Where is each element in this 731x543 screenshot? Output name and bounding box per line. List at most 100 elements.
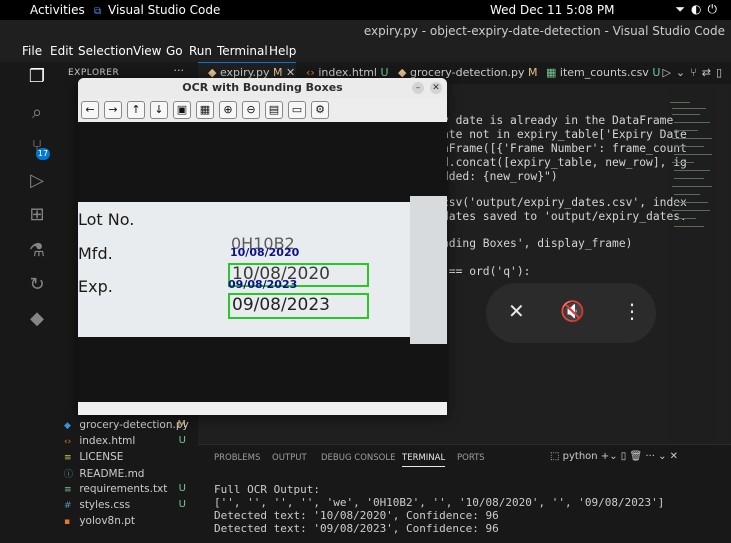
window-title: expiry.py - object-expiry-date-detection… xyxy=(363,24,725,38)
search-icon[interactable]: ⌕ xyxy=(26,102,48,124)
menu-bar: File Edit Selection View Go Run Terminal… xyxy=(0,42,731,62)
tab-status: U xyxy=(652,66,661,79)
list-item[interactable]: ◆ grocery-detection.py M xyxy=(64,419,196,435)
code-line: dded: {new_row}") xyxy=(442,170,558,183)
menu-help[interactable]: Help xyxy=(269,44,296,58)
file-name: index.html xyxy=(79,435,136,447)
list-item[interactable]: ‹› index.html U xyxy=(64,435,196,451)
pan-down-icon[interactable]: ↓ xyxy=(150,101,168,119)
text-file-icon: ≡ xyxy=(64,485,72,495)
mute-icon[interactable]: 🔇 xyxy=(560,299,585,323)
code-line: y date is already in the DataFrame xyxy=(442,114,674,127)
more-actions-icon[interactable]: ··· xyxy=(645,451,655,462)
window-title-bar: expiry.py - object-expiry-date-detection… xyxy=(0,20,731,42)
detection-label: 09/08/2023 xyxy=(228,278,298,291)
terminal-shell-name[interactable]: python xyxy=(563,451,598,462)
copy-icon[interactable]: ▭ xyxy=(288,101,306,119)
source-control-icon[interactable]: ⑂ 17 xyxy=(26,136,50,160)
testing-icon[interactable]: ⚗ xyxy=(26,240,48,262)
code-line: nding Boxes', display_frame) xyxy=(442,237,633,250)
editor-scrollbar[interactable] xyxy=(716,84,730,444)
git-status: U xyxy=(178,499,186,510)
more-actions-icon[interactable]: ··· xyxy=(174,64,185,77)
activity-bar: ❐ ⌕ ⑂ 17 ▷ ⊞ ⚗ ↻ ◆ xyxy=(0,62,56,543)
new-terminal-icon[interactable]: +⌄ xyxy=(601,451,618,462)
editor-actions[interactable]: ▷⌄⑂⇄▯ xyxy=(662,66,727,79)
app-name: Visual Studio Code xyxy=(108,3,221,17)
menu-terminal[interactable]: Terminal xyxy=(217,44,268,58)
pan-left-icon[interactable]: ← xyxy=(81,101,99,119)
unpin-icon[interactable]: ✕ xyxy=(508,299,525,323)
list-item[interactable]: ⓘ README.md xyxy=(64,467,196,483)
terminal-icon: ⬚ xyxy=(550,451,560,462)
tab-item-counts[interactable]: ▦ item_counts.csv U xyxy=(546,66,660,79)
code-line: dates saved to 'output/expiry_dates. xyxy=(442,210,687,223)
menu-edit[interactable]: Edit xyxy=(50,44,73,58)
zoom-fit-icon[interactable]: ▣ xyxy=(173,101,191,119)
terminal-line: Detected text: '10/08/2020', Confidence:… xyxy=(214,509,499,522)
list-item[interactable]: ≡ LICENSE xyxy=(64,451,196,467)
ocr-toolbar: ← → ↑ ↓ ▣ ▦ ⊕ ⊖ ▤ ▭ ⚙ xyxy=(78,98,447,122)
file-icon: ▪ xyxy=(64,517,71,527)
file-name: styles.css xyxy=(79,499,131,511)
tab-debug-console[interactable]: DEBUG CONSOLE xyxy=(321,453,395,463)
list-item[interactable]: ▪ yolov8n.pt xyxy=(64,515,196,531)
activities-button[interactable]: Activities xyxy=(30,3,85,17)
save-icon[interactable]: ▤ xyxy=(265,101,283,119)
code-line: == ord('q'): xyxy=(442,265,531,278)
tab-ports[interactable]: PORTS xyxy=(457,453,485,463)
file-name: README.md xyxy=(79,468,145,480)
run-debug-icon[interactable]: ▷ xyxy=(26,170,48,192)
bottom-panel: PROBLEMS OUTPUT DEBUG CONSOLE TERMINAL P… xyxy=(198,444,731,543)
list-item[interactable]: # styles.css U xyxy=(64,499,196,515)
git-status: U xyxy=(178,435,186,446)
ocr-window-title: OCR with Bounding Boxes xyxy=(78,78,447,98)
tab-output[interactable]: OUTPUT xyxy=(272,453,307,463)
css-icon: # xyxy=(64,501,72,511)
tab-problems[interactable]: PROBLEMS xyxy=(214,453,260,463)
terminal-line: ['', '', '', '', 'we', '0H10B2', '', '10… xyxy=(214,496,665,509)
close-icon[interactable]: ✕ xyxy=(670,451,678,462)
explorer-icon[interactable]: ❐ xyxy=(26,66,48,88)
file-name: LICENSE xyxy=(79,451,124,463)
minimap[interactable] xyxy=(668,100,716,250)
csv-icon: ▦ xyxy=(546,66,557,79)
markdown-icon: ⓘ xyxy=(64,470,74,480)
trash-icon[interactable]: 🗑 xyxy=(629,451,642,462)
vscode-icon: ⧉ xyxy=(94,6,102,17)
menu-file[interactable]: File xyxy=(22,44,42,58)
extensions-icon[interactable]: ⊞ xyxy=(26,204,48,226)
zoom-area-icon[interactable]: ▦ xyxy=(196,101,214,119)
chevron-down-icon[interactable]: ⌄ xyxy=(658,451,666,462)
code-line: ate not in expiry_table['Expiry Date xyxy=(442,128,687,141)
zoom-in-icon[interactable]: ⊕ xyxy=(219,101,237,119)
tab-terminal[interactable]: TERMINAL xyxy=(402,453,446,467)
source-control-badge: 17 xyxy=(36,148,50,160)
menu-view[interactable]: View xyxy=(133,44,161,58)
list-item[interactable]: ≡ requirements.txt U xyxy=(64,483,196,499)
system-status-icons[interactable]: ⏷◐⏻ xyxy=(675,2,723,17)
menu-run[interactable]: Run xyxy=(189,44,212,58)
exp-date: 09/08/2023 xyxy=(232,295,330,315)
clock[interactable]: Wed Dec 11 5:08 PM xyxy=(490,3,614,17)
floating-controls: ✕ 🔇 ⋮ xyxy=(486,283,656,343)
code-line: d.concat([expiry_table, new_row], ig xyxy=(442,156,687,169)
camera-frame: Lot No. Mfd. Exp. 0H10B2 10/08/2020 10/0… xyxy=(78,122,447,402)
pan-right-icon[interactable]: → xyxy=(104,101,122,119)
label-edge-shade xyxy=(410,196,447,344)
split-terminal-icon[interactable]: ▯ xyxy=(621,451,627,462)
close-button[interactable]: ✕ xyxy=(430,82,442,94)
minimize-button[interactable]: – xyxy=(412,82,424,94)
zoom-out-icon[interactable]: ⊖ xyxy=(242,101,260,119)
app-menu[interactable]: ⧉ Visual Studio Code xyxy=(94,3,220,17)
pan-up-icon[interactable]: ↑ xyxy=(127,101,145,119)
terminal-line: Full OCR Output: xyxy=(214,483,320,496)
git-status: M xyxy=(177,419,186,430)
python-icon[interactable]: ◆ xyxy=(26,308,48,330)
remote-explorer-icon[interactable]: ↻ xyxy=(26,274,48,296)
menu-go[interactable]: Go xyxy=(166,44,183,58)
more-options-icon[interactable]: ⋮ xyxy=(622,299,642,323)
html-icon: ‹› xyxy=(64,437,72,447)
properties-icon[interactable]: ⚙ xyxy=(311,101,329,119)
menu-selection[interactable]: Selection xyxy=(78,44,133,58)
